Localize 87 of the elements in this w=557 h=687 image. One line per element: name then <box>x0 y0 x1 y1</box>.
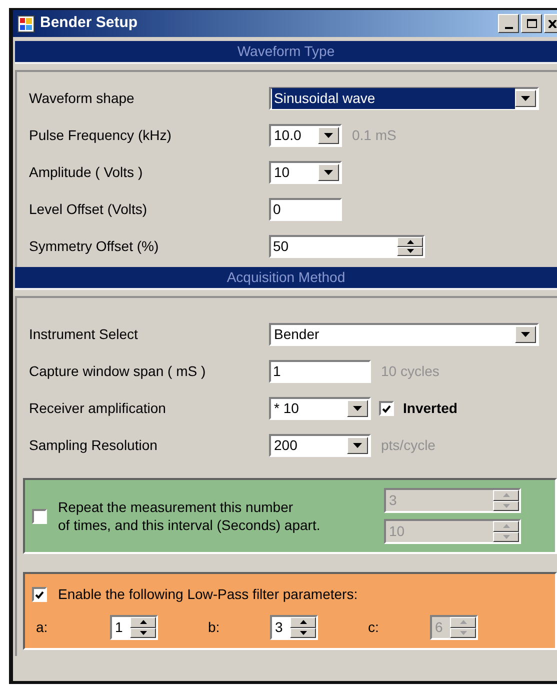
checkmark-icon <box>382 404 391 412</box>
caret-up-icon <box>502 524 510 528</box>
field-label: Instrument Select <box>28 325 139 344</box>
unit-note: 0.1 mS <box>352 126 396 145</box>
parameter-label: a: <box>35 618 49 637</box>
caret-down-icon <box>324 170 333 175</box>
filter-description: Enable the following Low-Pass filter parameters: <box>58 585 358 604</box>
close-button[interactable] <box>544 14 557 33</box>
field-value: Bender <box>273 325 320 344</box>
checkbox-label: Inverted <box>403 399 458 418</box>
dropdown-field[interactable]: Bender <box>269 323 539 346</box>
spin-up-button[interactable] <box>290 617 316 628</box>
spin-up-button[interactable] <box>130 617 156 628</box>
field-value: 0 <box>272 200 282 219</box>
caret-up-icon <box>140 620 146 624</box>
caret-down-icon <box>353 406 362 411</box>
field-value: 10 <box>273 163 291 182</box>
spin-up-button[interactable] <box>397 237 423 246</box>
field-label: Pulse Frequency (kHz) <box>28 126 172 145</box>
checkmark-icon <box>35 590 44 598</box>
dropdown-field[interactable]: Sinusoidal wave <box>269 87 539 110</box>
field-value: 3 <box>388 491 398 510</box>
caret-up-icon <box>502 493 510 498</box>
field-label: Waveform shape <box>28 89 136 108</box>
field-label: Symmetry Offset (%) <box>28 237 160 256</box>
spinner-field[interactable]: 1 <box>110 615 158 640</box>
spin-down-button[interactable] <box>290 628 316 638</box>
field-value: Sinusoidal wave <box>272 88 515 109</box>
field-label: Capture window span ( mS ) <box>28 362 207 381</box>
section-header: Waveform Type <box>15 41 557 64</box>
dropdown-arrow-button[interactable] <box>515 90 536 107</box>
spin-down-button[interactable] <box>130 628 156 638</box>
caret-down-icon <box>406 249 414 254</box>
unit-note: 10 cycles <box>381 362 440 381</box>
dropdown-field[interactable]: 10.0 <box>269 124 342 147</box>
text-field[interactable]: 0 <box>269 198 342 221</box>
minimize-icon <box>504 27 512 29</box>
field-label: Receiver amplification <box>28 399 167 418</box>
caret-up-icon <box>300 620 306 624</box>
minimize-button[interactable] <box>498 14 519 33</box>
checkbox[interactable] <box>32 508 47 524</box>
caret-down-icon <box>353 443 362 448</box>
caret-down-icon <box>324 133 333 138</box>
close-icon <box>548 20 557 28</box>
field-value: 10 <box>388 522 406 541</box>
field-value: 1 <box>272 362 282 381</box>
field-value: 10.0 <box>273 126 302 145</box>
repeat-description: Repeat the measurement this number of times, and this interval (Seconds) apart. <box>58 498 322 534</box>
caret-down-icon <box>521 332 530 337</box>
dropdown-arrow-button[interactable] <box>318 127 339 144</box>
caret-down-icon <box>502 504 510 508</box>
spinner-field[interactable]: 50 <box>269 235 425 258</box>
parameter-label: b: <box>207 618 221 637</box>
text-field[interactable]: 1 <box>269 360 371 383</box>
caret-down-icon <box>502 534 510 539</box>
field-value: 6 <box>434 618 444 637</box>
caret-down-icon <box>300 630 306 635</box>
dropdown-field[interactable]: * 10 <box>269 397 371 420</box>
window-title: Bender Setup <box>40 13 139 34</box>
field-label: Amplitude ( Volts ) <box>28 163 144 182</box>
checkbox[interactable] <box>32 587 47 602</box>
dropdown-arrow-button[interactable] <box>318 164 339 181</box>
dropdown-field[interactable]: 200 <box>269 434 371 457</box>
caret-up-icon <box>460 620 466 624</box>
field-value: 200 <box>273 436 298 455</box>
field-value: * 10 <box>273 399 300 418</box>
field-label: Level Offset (Volts) <box>28 200 148 219</box>
dropdown-arrow-button[interactable] <box>515 326 536 343</box>
spinner-field[interactable]: 3 <box>270 615 318 640</box>
unit-note: pts/cycle <box>381 436 436 455</box>
dropdown-arrow-button[interactable] <box>347 437 368 454</box>
section-header: Acquisition Method <box>15 267 557 290</box>
maximize-icon <box>526 19 536 28</box>
dropdown-field[interactable]: 10 <box>269 161 342 184</box>
dropdown-arrow-button[interactable] <box>347 400 368 417</box>
caret-down-icon <box>460 630 466 635</box>
app-icon <box>17 14 35 32</box>
parameter-label: c: <box>367 618 380 637</box>
field-label: Sampling Resolution <box>28 436 158 455</box>
caret-up-icon <box>406 240 414 244</box>
field-value: 1 <box>114 618 124 637</box>
caret-down-icon <box>521 96 530 101</box>
caret-down-icon <box>140 630 146 635</box>
maximize-button[interactable] <box>521 14 542 33</box>
field-value: 3 <box>274 618 284 637</box>
checkbox[interactable] <box>379 401 394 416</box>
field-value: 50 <box>272 237 290 256</box>
